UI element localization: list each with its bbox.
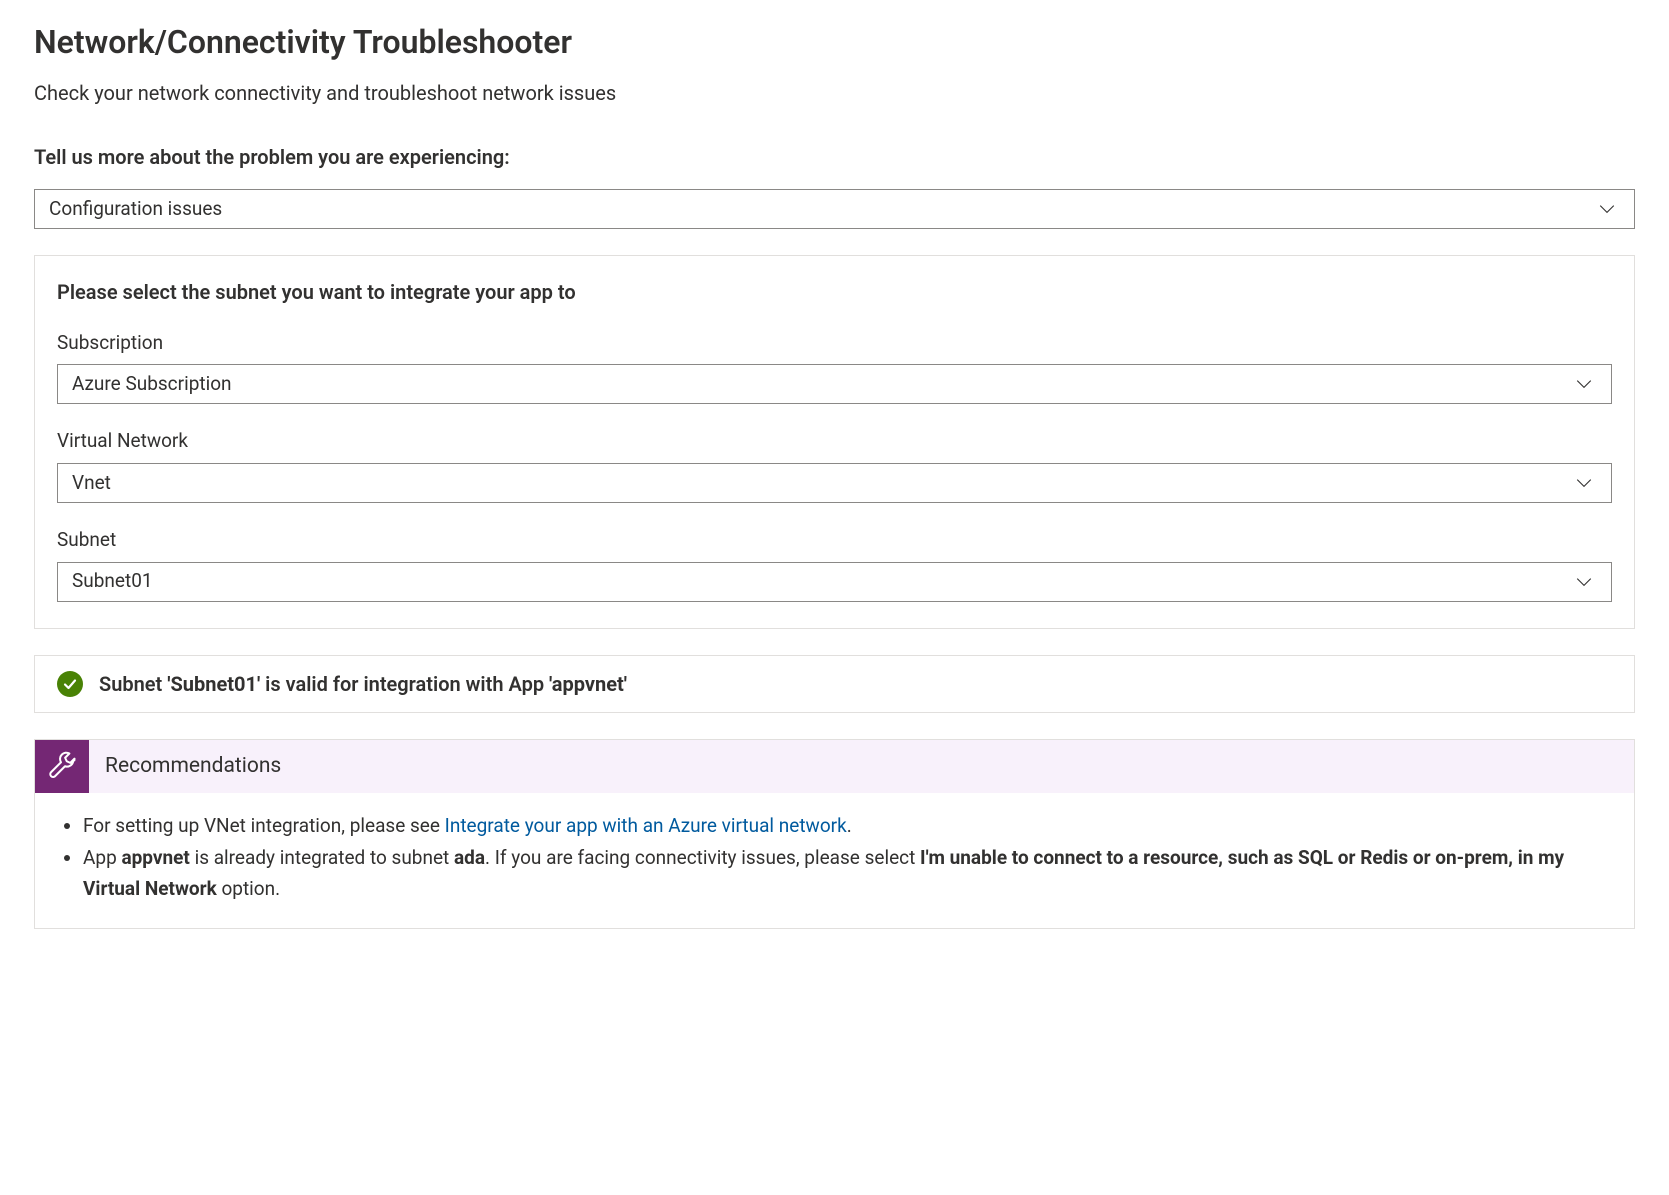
validation-status-panel: Subnet 'Subnet01' is valid for integrati… <box>34 655 1635 713</box>
recommendations-header: Recommendations <box>35 740 1634 793</box>
subscription-label: Subscription <box>57 330 1612 357</box>
subnet-config-panel: Please select the subnet you want to int… <box>34 255 1635 629</box>
vnet-integration-link[interactable]: Integrate your app with an Azure virtual… <box>445 814 847 837</box>
subnet-select-value: Subnet01 <box>72 568 153 595</box>
problem-select[interactable]: Configuration issues <box>34 189 1635 229</box>
chevron-down-icon <box>1575 474 1593 492</box>
success-check-icon <box>57 671 83 697</box>
problem-prompt-label: Tell us more about the problem you are e… <box>34 143 1635 171</box>
chevron-down-icon <box>1598 200 1616 218</box>
recommendations-panel: Recommendations For setting up VNet inte… <box>34 739 1635 930</box>
subnet-panel-heading: Please select the subnet you want to int… <box>57 278 1612 306</box>
wrench-icon <box>35 740 89 793</box>
recommendations-title: Recommendations <box>89 740 297 793</box>
vnet-select-value: Vnet <box>72 470 111 497</box>
recommendations-body: For setting up VNet integration, please … <box>35 793 1634 928</box>
subscription-select[interactable]: Azure Subscription <box>57 364 1612 404</box>
vnet-select[interactable]: Vnet <box>57 463 1612 503</box>
page-subtitle: Check your network connectivity and trou… <box>34 79 1635 107</box>
chevron-down-icon <box>1575 573 1593 591</box>
validation-status-text: Subnet 'Subnet01' is valid for integrati… <box>99 670 627 698</box>
subnet-select[interactable]: Subnet01 <box>57 562 1612 602</box>
recommendation-item: App appvnet is already integrated to sub… <box>83 843 1610 904</box>
page-title: Network/Connectivity Troubleshooter <box>34 20 1635 65</box>
vnet-label: Virtual Network <box>57 428 1612 455</box>
recommendation-item: For setting up VNet integration, please … <box>83 811 1610 841</box>
subscription-select-value: Azure Subscription <box>72 371 232 398</box>
subnet-label: Subnet <box>57 527 1612 554</box>
chevron-down-icon <box>1575 375 1593 393</box>
problem-select-value: Configuration issues <box>49 196 222 223</box>
